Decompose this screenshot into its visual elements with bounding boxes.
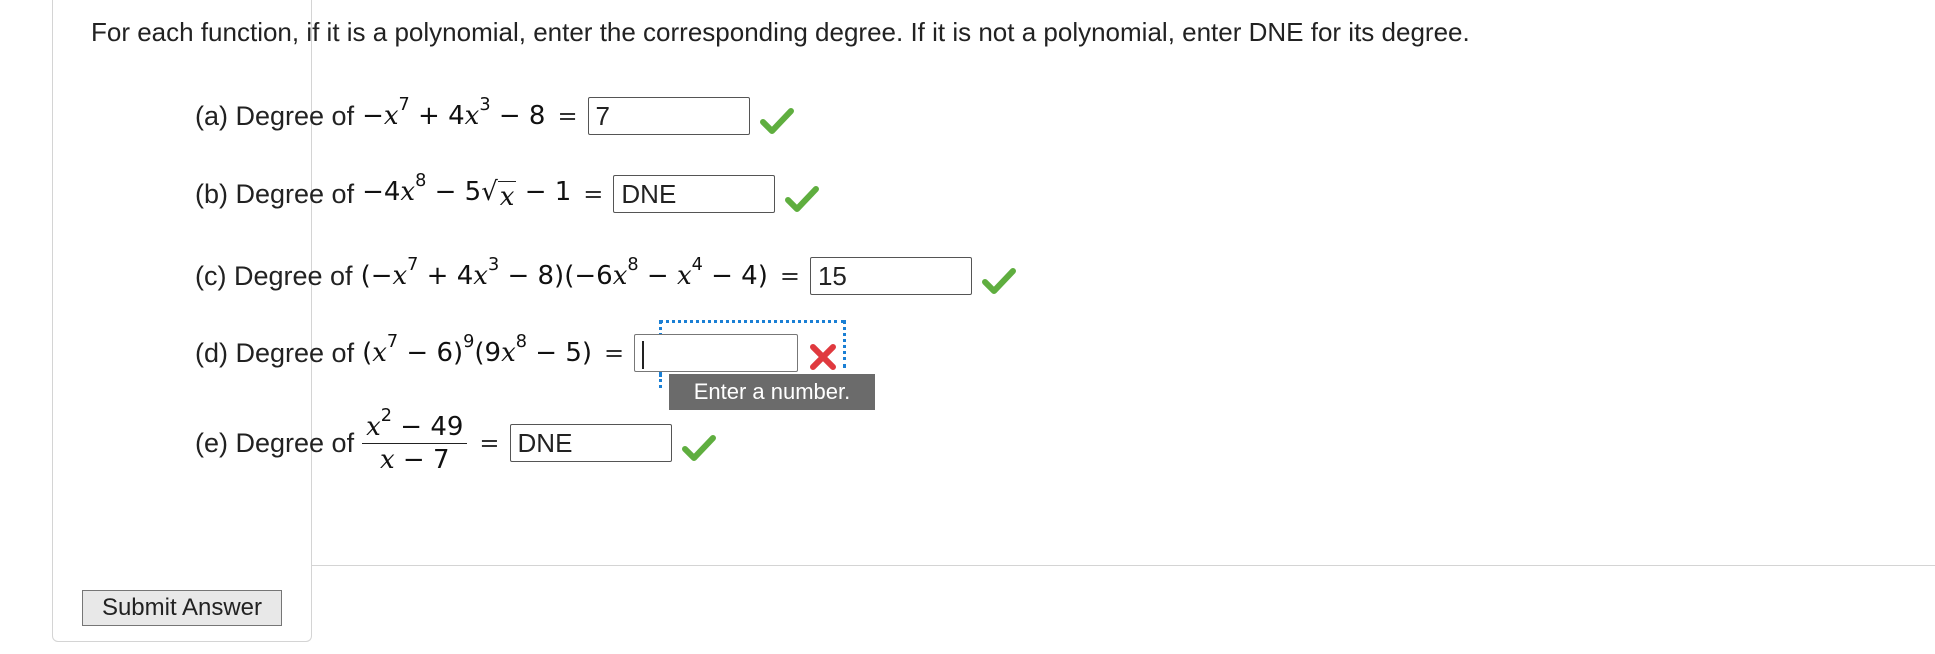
check-mark-icon xyxy=(785,186,820,212)
check-mark-icon xyxy=(759,108,794,134)
equals-sign: = xyxy=(583,180,604,208)
answer-b-input[interactable]: DNE xyxy=(613,175,776,213)
question-c-expression: (−x7 + 4x3 − 8)(−6x8 − x4 − 4) xyxy=(360,254,768,291)
question-d-expression: (x7 − 6)9(9x8 − 5) xyxy=(362,331,593,368)
focus-outline-right xyxy=(843,320,846,368)
equals-sign: = xyxy=(557,102,578,130)
answer-c-input[interactable]: 15 xyxy=(809,257,972,295)
panel-divider xyxy=(312,565,1935,566)
question-e: (e) Degree of x2 − 49 x − 7 = DNE xyxy=(195,407,716,474)
equals-sign: = xyxy=(604,339,625,367)
question-b: (b) Degree of −4x8 − 5 √ x − 1 = DNE xyxy=(195,169,820,219)
question-a-expression: −x7 + 4x3 − 8 xyxy=(362,94,546,131)
question-e-label: (e) Degree of xyxy=(195,427,355,458)
question-e-expression: x2 − 49 x − 7 xyxy=(362,407,468,474)
validation-tooltip: Enter a number. xyxy=(669,374,875,410)
question-b-expression: −4x8 − 5 √ x − 1 xyxy=(362,170,572,212)
answer-d-input[interactable] xyxy=(634,334,799,372)
question-d-label: (d) Degree of xyxy=(195,337,355,368)
question-a: (a) Degree of −x7 + 4x3 − 8 = 7 xyxy=(195,91,794,141)
equals-sign: = xyxy=(779,262,800,290)
question-c: (c) Degree of (−x7 + 4x3 − 8)(−6x8 − x4 … xyxy=(195,251,1016,301)
check-mark-icon xyxy=(681,435,716,461)
question-d: (d) Degree of (x7 − 6)9(9x8 − 5) = xyxy=(195,328,838,378)
instructions-text: For each function, if it is a polynomial… xyxy=(91,17,1470,47)
x-mark-icon xyxy=(810,344,837,370)
question-c-label: (c) Degree of xyxy=(195,260,353,291)
answer-e-input[interactable]: DNE xyxy=(509,424,672,462)
check-mark-icon xyxy=(981,268,1016,294)
submit-answer-button[interactable]: Submit Answer xyxy=(82,590,282,626)
equals-sign: = xyxy=(479,429,500,457)
question-b-label: (b) Degree of xyxy=(195,178,355,209)
answer-a-input[interactable]: 7 xyxy=(587,97,750,135)
text-caret xyxy=(642,341,645,370)
question-a-label: (a) Degree of xyxy=(195,100,355,131)
